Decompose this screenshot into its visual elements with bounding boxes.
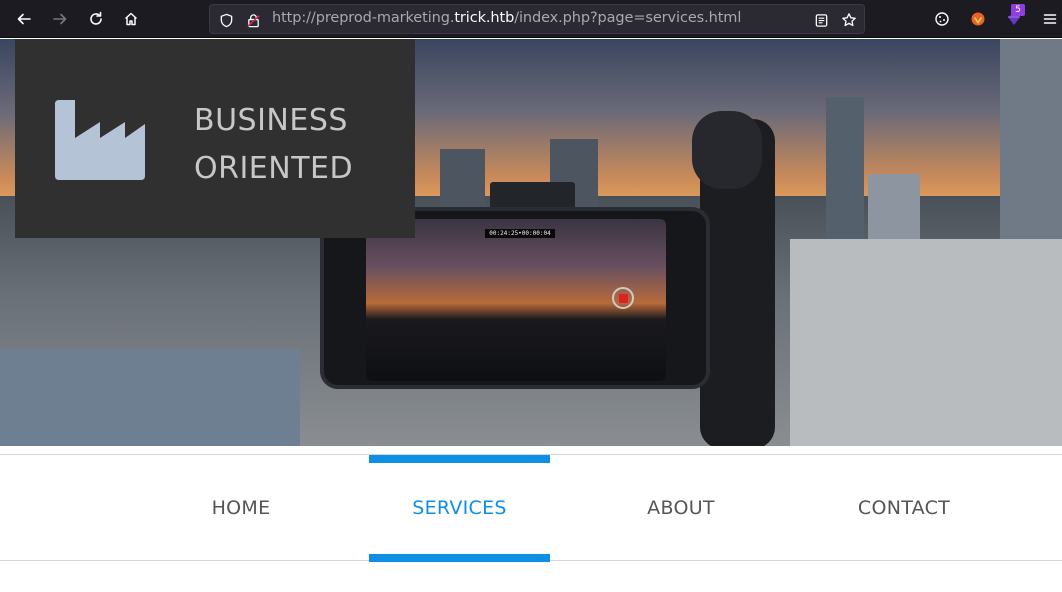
reader-view-icon[interactable] xyxy=(812,11,830,29)
warehouse-roofs xyxy=(0,349,300,446)
gimbal-camera xyxy=(692,111,762,189)
reload-icon[interactable] xyxy=(84,7,108,31)
factory-icon xyxy=(55,100,145,180)
home-icon[interactable] xyxy=(119,7,143,31)
lock-icon[interactable] xyxy=(244,11,262,29)
browser-toolbar: http://preprod-marketing.trick.htb/index… xyxy=(0,0,1062,38)
logo-line-2: ORIENTED xyxy=(194,151,354,186)
nav-services[interactable]: SERVICES xyxy=(369,455,550,562)
nav-contact[interactable]: CONTACT xyxy=(813,455,995,561)
record-icon xyxy=(612,287,634,309)
url-prefix: http://preprod-marketing. xyxy=(272,10,455,26)
hero-image: 00:24:25•00:00:04 BUSINESS ORIENTED xyxy=(0,39,1062,446)
back-icon[interactable] xyxy=(12,7,36,31)
forward-icon[interactable] xyxy=(48,7,72,31)
main-nav: HOME SERVICES ABOUT CONTACT xyxy=(0,454,1062,562)
recording-timer: 00:24:25•00:00:04 xyxy=(485,229,555,238)
url-text[interactable]: http://preprod-marketing.trick.htb/index… xyxy=(272,10,741,26)
logo-text: BUSINESS ORIENTED xyxy=(194,97,353,193)
shield-icon[interactable] xyxy=(217,11,235,29)
nav-home[interactable]: HOME xyxy=(150,455,332,561)
logo-panel[interactable]: BUSINESS ORIENTED xyxy=(15,39,415,238)
nav-about[interactable]: ABOUT xyxy=(590,455,772,561)
cookie-icon[interactable] xyxy=(930,7,954,31)
bookmark-star-icon[interactable] xyxy=(840,11,858,29)
url-path: /index.php?page=services.html xyxy=(514,10,742,26)
menu-icon[interactable] xyxy=(1038,7,1062,31)
url-bar[interactable]: http://preprod-marketing.trick.htb/index… xyxy=(209,4,865,34)
extension-badge: 5 xyxy=(1011,4,1025,16)
building xyxy=(790,239,1062,446)
url-host: trick.htb xyxy=(454,10,515,26)
extension-icon[interactable] xyxy=(966,7,990,31)
logo-line-1: BUSINESS xyxy=(194,103,348,138)
building xyxy=(1000,39,1062,259)
